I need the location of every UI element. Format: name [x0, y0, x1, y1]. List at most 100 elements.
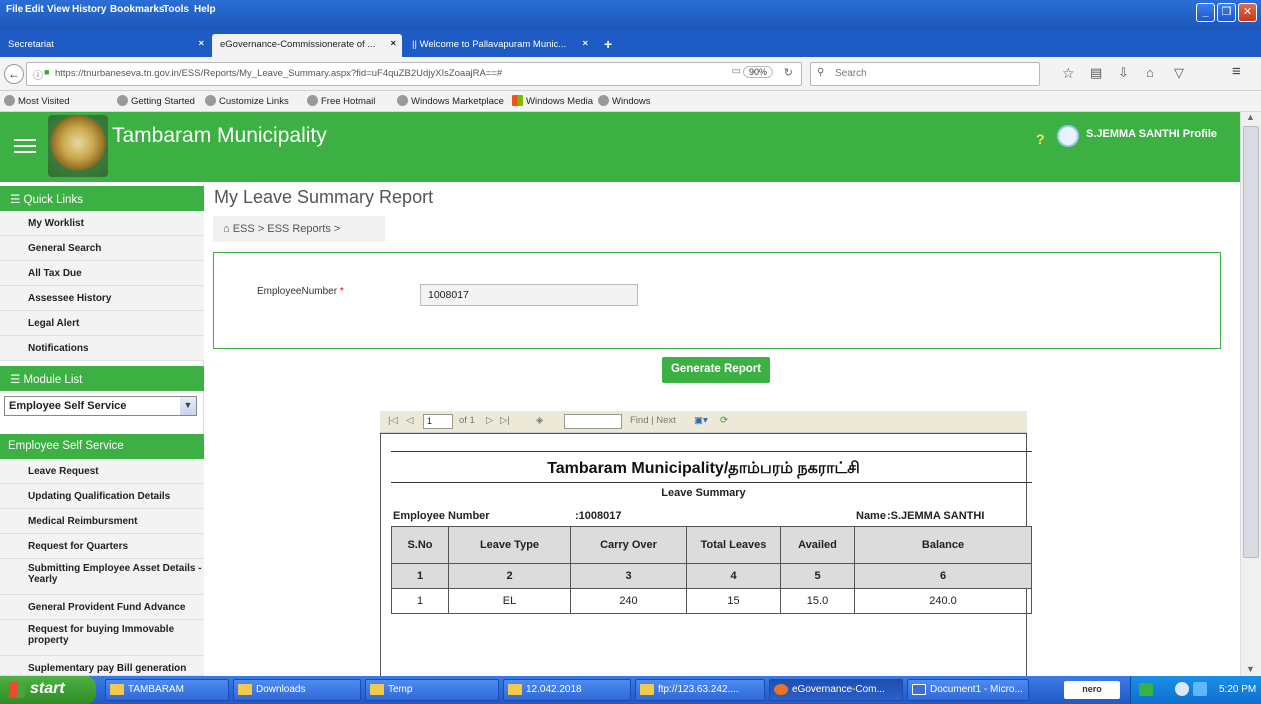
- nero-search-icon[interactable]: nero: [1064, 681, 1120, 699]
- sidebar-item-updating-qualification[interactable]: Updating Qualification Details: [0, 484, 204, 509]
- bookmark-icon: [117, 95, 128, 106]
- employee-number-value: :1008017: [575, 510, 622, 522]
- sidebar-item-leave-request[interactable]: Leave Request: [0, 459, 204, 484]
- menu-help[interactable]: Help: [194, 4, 216, 15]
- reader-icon[interactable]: ▭: [732, 66, 741, 77]
- menu-view[interactable]: View: [47, 4, 70, 15]
- info-icon[interactable]: ⓘ: [33, 67, 43, 82]
- bookmark-most-visited[interactable]: Most Visited: [4, 95, 70, 107]
- reload-icon[interactable]: ↻: [784, 66, 793, 79]
- bookmark-windows[interactable]: Windows: [598, 95, 651, 107]
- back-to-parent-icon[interactable]: ◈: [536, 415, 543, 426]
- home-icon[interactable]: ⌂: [1146, 65, 1154, 80]
- new-tab-button[interactable]: +: [596, 34, 624, 57]
- export-icon[interactable]: ▣▾: [694, 415, 708, 426]
- network-icon[interactable]: [1175, 682, 1189, 696]
- sidebar-item-general-search[interactable]: General Search: [0, 236, 204, 261]
- sidebar-item-medical-reimbursment[interactable]: Medical Reimbursment: [0, 509, 204, 534]
- prev-page-icon[interactable]: ◁: [406, 415, 413, 426]
- first-page-icon[interactable]: |◁: [388, 415, 398, 426]
- bookmark-getting-started[interactable]: Getting Started: [117, 95, 195, 107]
- employee-number-input[interactable]: 1008017: [420, 284, 638, 306]
- bookmark-windows-media[interactable]: Windows Media: [512, 95, 593, 107]
- breadcrumb-text[interactable]: ESS > ESS Reports >: [233, 223, 341, 235]
- page-number-input[interactable]: 1: [423, 414, 453, 429]
- tab-pallavapuram[interactable]: || Welcome to Pallavapuram Munic... ×: [404, 34, 594, 57]
- window-controls: _ ❐ ✕: [1196, 3, 1257, 22]
- avatar[interactable]: [1057, 125, 1079, 147]
- module-list-header[interactable]: ☰ Module List: [0, 366, 204, 391]
- refresh-icon[interactable]: ⟳: [720, 415, 728, 426]
- reading-list-icon[interactable]: ▤: [1090, 65, 1102, 81]
- module-select[interactable]: Employee Self Service ▼: [4, 396, 197, 416]
- bookmark-windows-marketplace[interactable]: Windows Marketplace: [397, 95, 504, 107]
- zoom-level[interactable]: 90%: [742, 66, 773, 78]
- page-scrollbar[interactable]: ▲ ▼: [1240, 112, 1261, 676]
- windows-logo-icon: [9, 682, 25, 698]
- sidebar-item-gpf-advance[interactable]: General Provident Fund Advance: [0, 595, 204, 620]
- taskbar-label: Downloads: [256, 684, 306, 695]
- search-icon: ⚲: [817, 67, 825, 78]
- back-icon[interactable]: ←: [4, 64, 24, 84]
- close-tab-icon[interactable]: ×: [390, 38, 396, 49]
- user-menu[interactable]: S.JEMMA SANTHI Profile: [1086, 128, 1217, 140]
- close-window-button[interactable]: ✕: [1238, 3, 1257, 22]
- tab-secretariat[interactable]: Secretariat ×: [0, 34, 210, 57]
- scroll-up-icon[interactable]: ▲: [1246, 112, 1255, 122]
- taskbar-item-ftp[interactable]: ftp://123.63.242....: [635, 679, 765, 701]
- menu-edit[interactable]: Edit: [25, 4, 44, 15]
- find-next-links[interactable]: Find | Next: [630, 415, 676, 426]
- sidebar-item-request-quarters[interactable]: Request for Quarters: [0, 534, 204, 559]
- taskbar-item-folder-date[interactable]: 12.042.2018: [503, 679, 631, 701]
- taskbar-item-word[interactable]: Document1 - Micro...: [907, 679, 1029, 701]
- sidebar-item-assessee-history[interactable]: Assessee History: [0, 286, 204, 311]
- scroll-down-icon[interactable]: ▼: [1246, 664, 1255, 674]
- search-input[interactable]: ⚲ Search: [810, 62, 1040, 86]
- sidebar-item-my-worklist[interactable]: My Worklist: [0, 211, 204, 236]
- home-icon[interactable]: ⌂: [223, 223, 233, 235]
- sidebar-item-employee-asset-details[interactable]: Submitting Employee Asset Details - Year…: [0, 559, 204, 595]
- next-page-icon[interactable]: ▷: [486, 415, 493, 426]
- taskbar-item-downloads[interactable]: Downloads: [233, 679, 361, 701]
- address-bar[interactable]: ⓘ ■ https://tnurbaneseva.tn.gov.in/ESS/R…: [26, 62, 802, 86]
- sidebar-item-supplementary-pay[interactable]: Suplementary pay Bill generation: [0, 656, 204, 676]
- bookmark-free-hotmail[interactable]: Free Hotmail: [307, 95, 375, 107]
- restore-button[interactable]: ❐: [1217, 3, 1236, 22]
- menu-file[interactable]: File: [6, 4, 23, 15]
- pocket-icon[interactable]: ▽: [1174, 65, 1184, 81]
- menu-bookmarks[interactable]: Bookmarks: [110, 4, 164, 15]
- quick-links-header[interactable]: ☰ Quick Links: [0, 186, 204, 211]
- volume-icon[interactable]: [1193, 682, 1207, 696]
- clock[interactable]: 5:20 PM: [1219, 684, 1256, 695]
- hamburger-menu-icon[interactable]: [14, 139, 36, 153]
- sidebar-item-all-tax-due[interactable]: All Tax Due: [0, 261, 204, 286]
- sidebar-item-immovable-property[interactable]: Request for buying Immovable property: [0, 620, 204, 656]
- tab-label: eGovernance-Commissionerate of ...: [220, 39, 376, 50]
- close-tab-icon[interactable]: ×: [582, 38, 588, 49]
- help-icon[interactable]: ?: [1036, 131, 1045, 147]
- menu-history[interactable]: History: [72, 4, 106, 15]
- taskbar-item-firefox[interactable]: eGovernance-Com...: [769, 679, 903, 701]
- taskbar-item-tambaram[interactable]: TAMBARAM: [105, 679, 229, 701]
- start-button[interactable]: start: [0, 676, 96, 704]
- profile-link[interactable]: Profile: [1183, 128, 1217, 140]
- taskbar-label: 12.042.2018: [526, 684, 582, 695]
- taskbar-item-temp[interactable]: Temp: [365, 679, 499, 701]
- ess-section-header[interactable]: Employee Self Service: [0, 434, 204, 459]
- sidebar-item-notifications[interactable]: Notifications: [0, 336, 204, 361]
- download-icon[interactable]: ⇩: [1118, 65, 1129, 81]
- bookmark-star-icon[interactable]: ☆: [1062, 65, 1075, 82]
- generate-report-button[interactable]: Generate Report: [662, 357, 770, 383]
- page-count: of 1: [459, 415, 475, 426]
- tray-arrow-icon[interactable]: [1139, 683, 1153, 696]
- sidebar-item-legal-alert[interactable]: Legal Alert: [0, 311, 204, 336]
- close-tab-icon[interactable]: ×: [198, 38, 204, 49]
- bookmark-customize-links[interactable]: Customize Links: [205, 95, 289, 107]
- scrollbar-thumb[interactable]: [1243, 126, 1259, 558]
- tab-egovernance[interactable]: eGovernance-Commissionerate of ... ×: [212, 34, 402, 57]
- menu-tools[interactable]: Tools: [163, 4, 189, 15]
- last-page-icon[interactable]: ▷|: [500, 415, 510, 426]
- menu-icon[interactable]: ≡: [1232, 63, 1241, 80]
- minimize-button[interactable]: _: [1196, 3, 1215, 22]
- find-input[interactable]: [564, 414, 622, 429]
